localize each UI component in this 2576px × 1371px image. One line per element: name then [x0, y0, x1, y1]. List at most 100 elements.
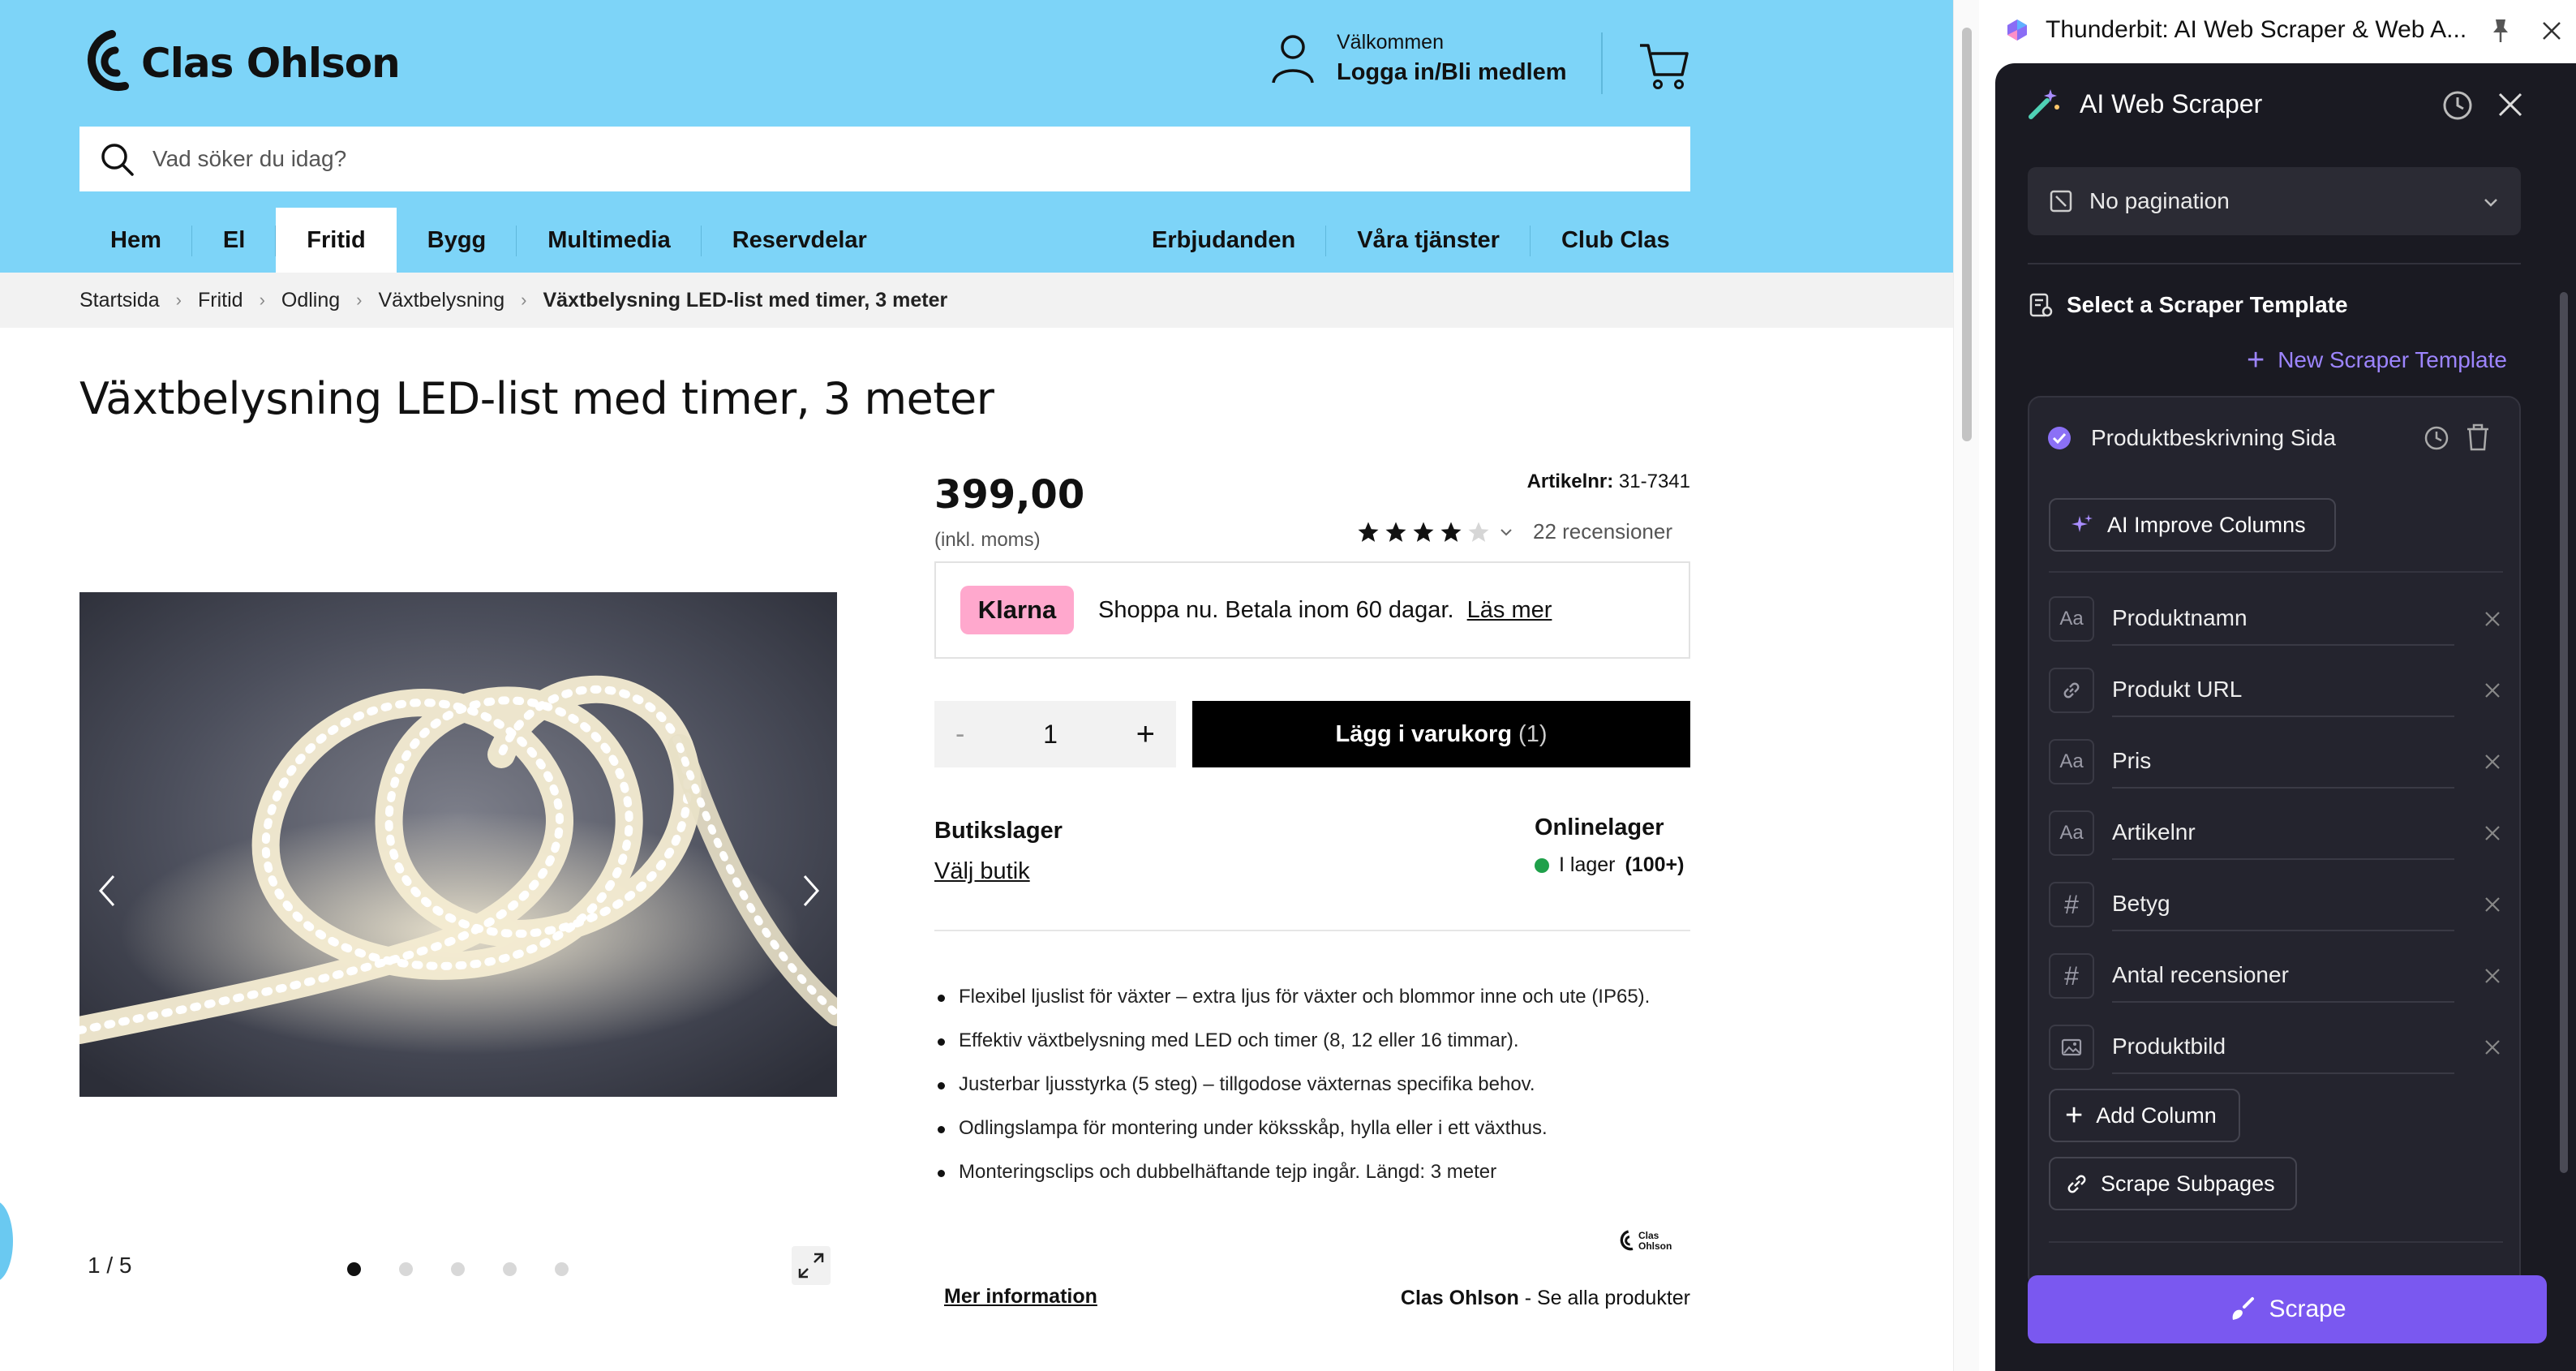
- site-logo[interactable]: Clas Ohlson: [79, 24, 401, 102]
- feature-item: Odlingslampa för montering under köksskå…: [934, 1107, 1650, 1150]
- quantity-increase-button[interactable]: +: [1136, 716, 1155, 753]
- product-rating[interactable]: 22 recensioner: [1356, 519, 1672, 544]
- remove-column-icon[interactable]: [2484, 681, 2501, 699]
- text-type-icon[interactable]: Aa: [2049, 596, 2094, 642]
- gallery-dot[interactable]: [555, 1262, 569, 1276]
- nav-item-club-clas[interactable]: Club Clas: [1531, 208, 1701, 273]
- scrape-subpages-label: Scrape Subpages: [2101, 1171, 2275, 1196]
- breadcrumb-item[interactable]: Växtbelysning: [378, 289, 504, 312]
- column-name-field[interactable]: Artikelnr: [2112, 806, 2454, 860]
- secondary-nav: Erbjudanden Våra tjänster Club Clas: [1121, 208, 1701, 273]
- breadcrumb-item[interactable]: Odling: [281, 289, 340, 312]
- gallery-next-icon[interactable]: [795, 868, 827, 913]
- nav-item-multimedia[interactable]: Multimedia: [517, 208, 702, 273]
- feature-item: Monteringsclips och dubbelhäftande tejp …: [934, 1150, 1650, 1194]
- gallery-dots: [347, 1262, 569, 1276]
- panel-scrollbar-thumb[interactable]: [2560, 292, 2568, 1173]
- link-type-icon[interactable]: [2049, 668, 2094, 713]
- remove-column-icon[interactable]: [2484, 753, 2501, 771]
- product-image[interactable]: [79, 592, 837, 1097]
- number-type-icon[interactable]: #: [2049, 882, 2094, 927]
- ai-improve-columns-button[interactable]: AI Improve Columns: [2049, 498, 2336, 552]
- gallery-dot[interactable]: [503, 1262, 517, 1276]
- gallery-dot[interactable]: [451, 1262, 465, 1276]
- add-to-cart-button[interactable]: Lägg i varukorg (1): [1192, 701, 1690, 767]
- remove-column-icon[interactable]: [2484, 896, 2501, 913]
- search-bar[interactable]: [79, 127, 1690, 191]
- review-count[interactable]: 22 recensioner: [1533, 519, 1672, 544]
- sidepanel-titlebar: Thunderbit: AI Web Scraper & Web A...: [1979, 0, 2576, 60]
- column-row: Aa Pris: [2049, 735, 2503, 789]
- nav-item-fritid[interactable]: Fritid: [276, 208, 397, 273]
- nav-item-vara-tjanster[interactable]: Våra tjänster: [1326, 208, 1531, 273]
- close-icon[interactable]: [2497, 91, 2524, 118]
- template-section-title: Select a Scraper Template: [2067, 292, 2348, 317]
- in-stock-dot-icon: [1535, 857, 1549, 873]
- brand-logo[interactable]: Clas Ohlson: [1617, 1230, 1677, 1253]
- scrape-subpages-button[interactable]: Scrape Subpages: [2049, 1157, 2297, 1210]
- breadcrumb-item[interactable]: Startsida: [79, 289, 160, 312]
- page-scrollbar[interactable]: [1953, 0, 1979, 1371]
- text-type-icon[interactable]: Aa: [2049, 739, 2094, 784]
- search-input[interactable]: [152, 146, 1612, 172]
- column-name-field[interactable]: Produktbild: [2112, 1021, 2454, 1074]
- breadcrumb-item[interactable]: Fritid: [198, 289, 243, 312]
- pagination-select[interactable]: No pagination: [2028, 167, 2521, 235]
- cart-icon[interactable]: [1638, 41, 1690, 91]
- column-name-field[interactable]: Pris: [2112, 735, 2454, 789]
- nav-item-reservdelar[interactable]: Reservdelar: [702, 208, 898, 273]
- remove-column-icon[interactable]: [2484, 824, 2501, 842]
- main-nav: Hem El Fritid Bygg Multimedia Reservdela…: [79, 208, 898, 273]
- quantity-decrease-button[interactable]: -: [955, 719, 964, 750]
- scrape-button[interactable]: Scrape: [2028, 1275, 2547, 1343]
- nav-item-hem[interactable]: Hem: [79, 208, 192, 273]
- text-type-icon[interactable]: Aa: [2049, 810, 2094, 856]
- image-icon: [2061, 1038, 2082, 1056]
- template-history-icon[interactable]: [2424, 425, 2449, 451]
- quantity-value[interactable]: 1: [1043, 720, 1058, 750]
- product-price: 399,00: [934, 472, 1085, 518]
- trash-icon[interactable]: [2466, 423, 2490, 451]
- expand-icon[interactable]: [792, 1246, 831, 1285]
- gallery-prev-icon[interactable]: [91, 868, 123, 913]
- column-row: Aa Artikelnr: [2049, 806, 2503, 860]
- column-name-field[interactable]: Betyg: [2112, 878, 2454, 931]
- history-icon[interactable]: [2441, 89, 2474, 122]
- nav-item-erbjudanden[interactable]: Erbjudanden: [1121, 208, 1327, 273]
- column-name-field[interactable]: Antal recensioner: [2112, 949, 2454, 1003]
- product-title: Växtbelysning LED-list med timer, 3 mete…: [79, 373, 994, 424]
- chat-bubble-icon[interactable]: [0, 1201, 13, 1282]
- remove-column-icon[interactable]: [2484, 967, 2501, 985]
- nav-item-bygg[interactable]: Bygg: [397, 208, 517, 273]
- user-icon: [1272, 35, 1314, 84]
- divider: [934, 930, 1690, 931]
- pin-icon[interactable]: [2490, 18, 2511, 44]
- feature-item: Effektiv växtbelysning med LED och timer…: [934, 1019, 1650, 1063]
- number-type-icon[interactable]: #: [2049, 953, 2094, 999]
- more-info-link[interactable]: Mer information: [944, 1285, 1097, 1309]
- column-name-field[interactable]: Produktnamn: [2112, 592, 2454, 646]
- gallery-dot[interactable]: [347, 1262, 361, 1276]
- nav-item-el[interactable]: El: [192, 208, 277, 273]
- klarna-message: Shoppa nu. Betala inom 60 dagar.: [1098, 596, 1454, 623]
- choose-store-link[interactable]: Välj butik: [934, 858, 1030, 885]
- magic-wand-icon: [2029, 89, 2059, 119]
- remove-column-icon[interactable]: [2484, 1038, 2501, 1056]
- template-name: Produktbeskrivning Sida: [2091, 425, 2336, 450]
- remove-column-icon[interactable]: [2484, 610, 2501, 628]
- store-stock-label: Butikslager: [934, 818, 1063, 844]
- add-column-button[interactable]: + Add Column: [2049, 1089, 2240, 1142]
- see-all-products-link[interactable]: Clas Ohlson - Se alla produkter: [1401, 1287, 1690, 1310]
- account-login-label[interactable]: Logga in/Bli medlem: [1337, 59, 1567, 86]
- image-type-icon[interactable]: [2049, 1025, 2094, 1070]
- gallery-dot[interactable]: [399, 1262, 413, 1276]
- star-empty-icon: [1468, 522, 1489, 542]
- column-name-field[interactable]: Produkt URL: [2112, 664, 2454, 717]
- klarna-read-more-link[interactable]: Läs mer: [1467, 597, 1552, 623]
- new-template-button[interactable]: + New Scraper Template: [2247, 345, 2507, 376]
- breadcrumb-current: Växtbelysning LED-list med timer, 3 mete…: [543, 288, 948, 312]
- page-scrollbar-thumb[interactable]: [1962, 28, 1972, 441]
- close-sidepanel-icon[interactable]: [2540, 19, 2563, 42]
- article-number-value: 31-7341: [1618, 471, 1690, 492]
- account-login[interactable]: Välkommen Logga in/Bli medlem: [1270, 31, 1567, 86]
